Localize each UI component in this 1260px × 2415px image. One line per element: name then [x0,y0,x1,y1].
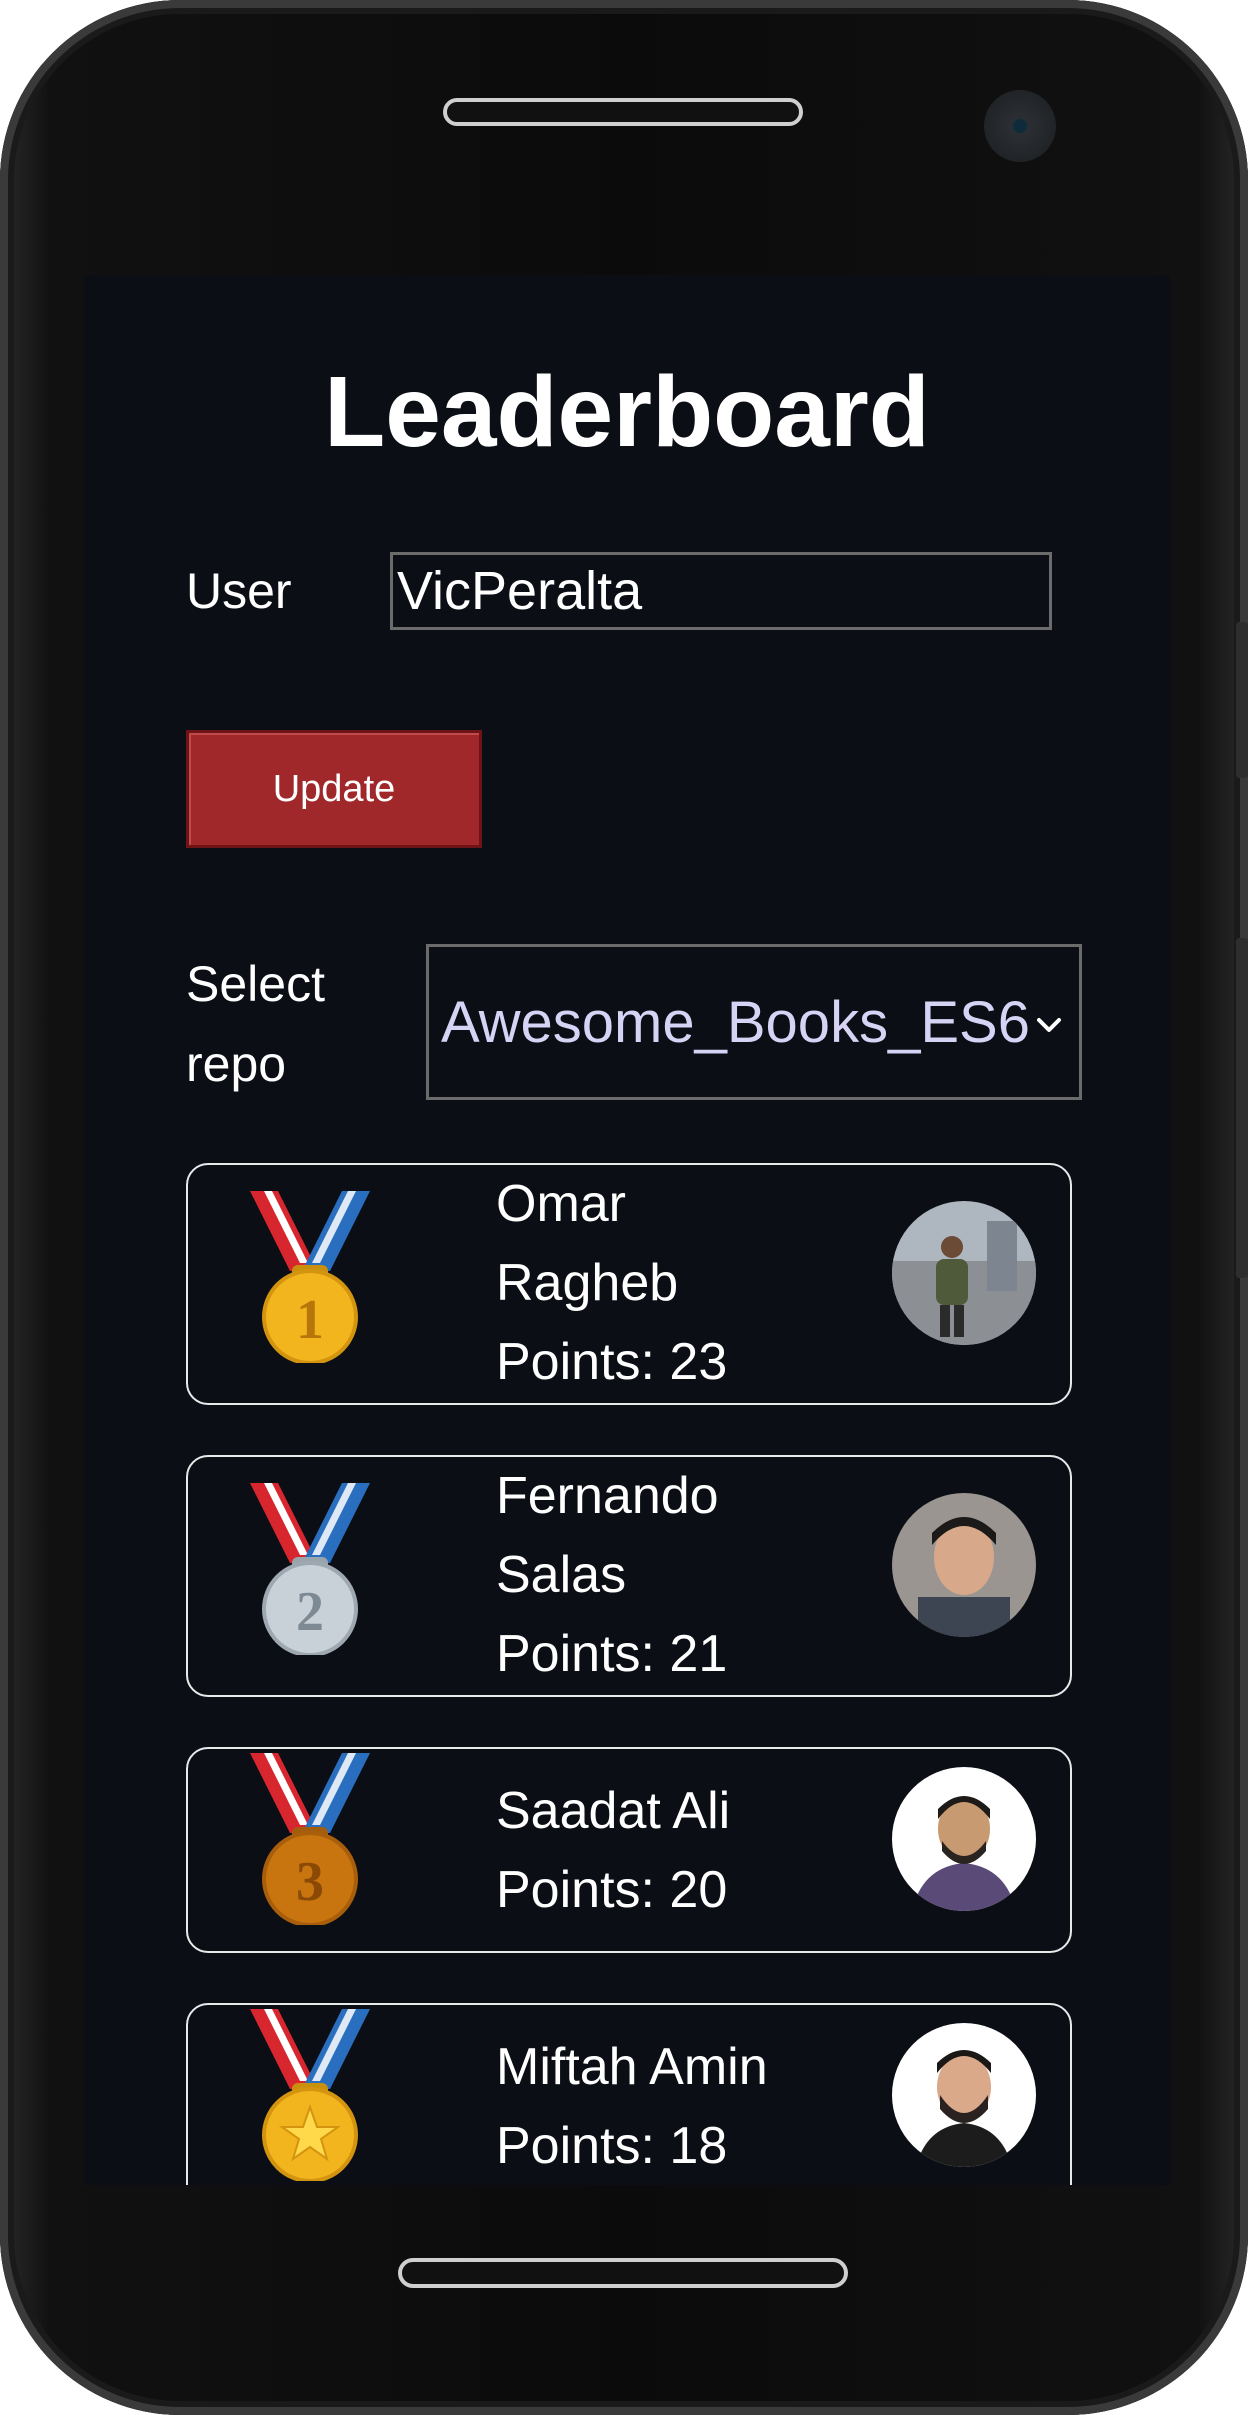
earpiece-speaker [443,98,803,126]
chevron-down-icon [1037,1018,1061,1032]
select-repo-label: Select repo [186,944,325,1104]
star-medal-icon [250,2009,370,2181]
leaderboard-card-3: 3 Saadat Ali Points: 20 [186,1747,1072,1953]
avatar [892,2023,1036,2167]
player-points: Points: 18 [496,2117,728,2175]
player-points: Points: 20 [496,1861,728,1919]
silver-medal-2-icon: 2 [250,1483,370,1655]
player-name-line1: Saadat Ali [496,1782,731,1840]
avatar [892,1767,1036,1911]
volume-button [1236,622,1248,778]
svg-text:3: 3 [296,1851,324,1913]
player-info: Saadat Ali Points: 20 [496,1772,856,1930]
power-button [1236,938,1248,1278]
player-info: Miftah Amin Points: 18 [496,2028,856,2185]
player-name-line2: Ragheb [496,1254,679,1312]
app-screen: Leaderboard User Update Select repo Awes… [84,275,1170,2185]
player-points: Points: 21 [496,1625,728,1683]
avatar [892,1201,1036,1345]
leaderboard-card-2: 2 Fernando Salas Points: 21 [186,1455,1072,1697]
player-points: Points: 23 [496,1333,728,1391]
leaderboard-card-1: 1 Omar Ragheb Points: 23 [186,1163,1072,1405]
select-repo-label-line1: Select [186,956,325,1012]
select-repo-label-line2: repo [186,1036,287,1092]
user-input[interactable] [390,552,1052,630]
leaderboard-card-4: Miftah Amin Points: 18 [186,2003,1072,2185]
player-info: Omar Ragheb Points: 23 [496,1165,856,1402]
bronze-medal-3-icon: 3 [250,1753,370,1925]
home-indicator[interactable] [398,2258,848,2288]
player-name-line1: Omar [496,1175,626,1233]
player-info: Fernando Salas Points: 21 [496,1457,856,1694]
player-name-line1: Fernando [496,1467,719,1525]
repo-select-value: Awesome_Books_ES6 [441,989,1030,1055]
gold-medal-1-icon: 1 [250,1191,370,1363]
front-camera-icon [984,90,1056,162]
svg-text:1: 1 [296,1289,324,1351]
repo-select[interactable]: Awesome_Books_ES6 [426,944,1082,1100]
user-label: User [186,563,292,619]
player-name-line1: Miftah Amin [496,2038,768,2096]
svg-text:2: 2 [296,1581,324,1643]
page-title: Leaderboard [324,356,930,468]
phone-frame: Leaderboard User Update Select repo Awes… [0,0,1248,2415]
player-name-line2: Salas [496,1546,627,1604]
update-button[interactable]: Update [186,730,482,848]
avatar [892,1493,1036,1637]
